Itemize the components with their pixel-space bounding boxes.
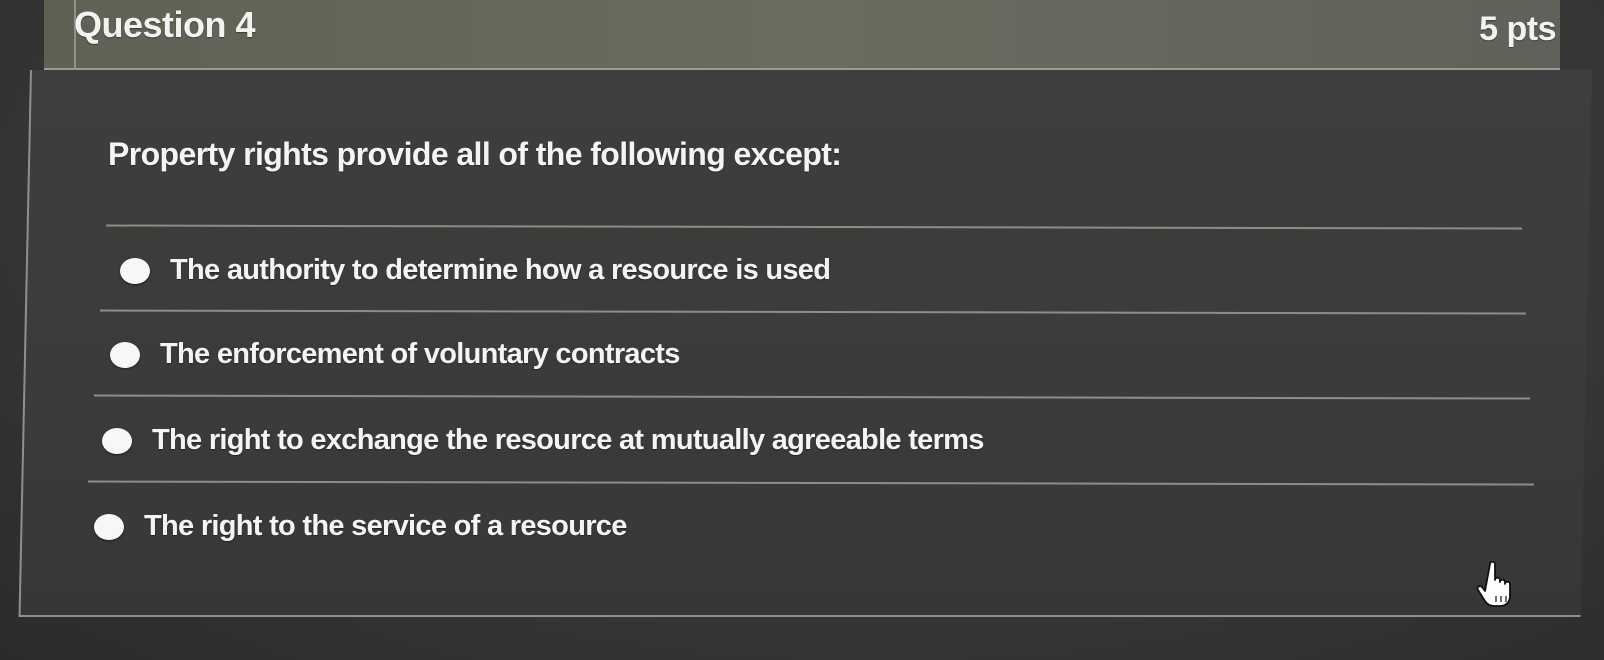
- hand-pointer-icon: [1476, 560, 1511, 607]
- answer-option-3[interactable]: The right to exchange the resource at mu…: [102, 424, 984, 457]
- radio-button[interactable]: [94, 513, 124, 540]
- answer-option-4[interactable]: The right to the service of a resource: [94, 510, 627, 543]
- answer-label: The enforcement of voluntary contracts: [160, 338, 680, 370]
- answer-option-2[interactable]: The enforcement of voluntary contracts: [110, 338, 680, 371]
- radio-button[interactable]: [120, 257, 150, 284]
- answer-label: The right to the service of a resource: [144, 510, 627, 542]
- question-header: [44, 0, 1560, 70]
- radio-button[interactable]: [102, 427, 132, 454]
- answer-label: The right to exchange the resource at mu…: [152, 424, 984, 456]
- question-points: 5 pts: [1479, 10, 1556, 48]
- question-title: Question 4: [74, 4, 256, 45]
- screen: Question 4 5 pts Property rights provide…: [0, 0, 1604, 660]
- question-prompt: Property rights provide all of the follo…: [108, 136, 842, 172]
- answer-label: The authority to determine how a resourc…: [170, 254, 831, 286]
- radio-button[interactable]: [110, 341, 140, 368]
- answer-option-1[interactable]: The authority to determine how a resourc…: [120, 254, 831, 287]
